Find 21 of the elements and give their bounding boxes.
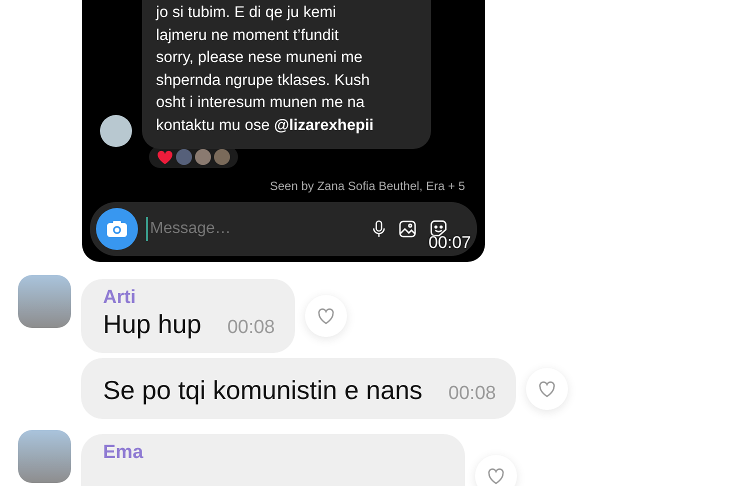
message-bubble: jo si tubim. E di qe ju kemi lajmeru ne moment t’fundit sorry, please nese muneni me shpernda ngrupe tklases. Kush osht i interesum munen me na kontaktu mu ose @lizarexhepii (142, 0, 431, 149)
sender-name: Arti (103, 287, 137, 309)
message-text: Hup hup (103, 309, 202, 339)
camera-icon (106, 220, 128, 238)
heart-icon (157, 150, 173, 164)
timestamp-overlay: 00:07 (428, 233, 471, 253)
reactor-avatar (214, 149, 230, 165)
message-text: Se po tqi komunistin e nans (103, 375, 422, 405)
message-input[interactable]: Message… (146, 217, 359, 241)
avatar-photo (18, 275, 71, 328)
like-button[interactable] (304, 295, 347, 337)
like-button[interactable] (475, 455, 517, 486)
reactor-avatar (176, 149, 192, 165)
avatar (100, 115, 132, 147)
message-time: 00:08 (448, 383, 496, 405)
avatar-photo (18, 430, 71, 483)
reactor-avatar (195, 149, 211, 165)
message-time: 00:08 (227, 317, 275, 339)
camera-button[interactable] (96, 208, 138, 250)
sender-name: Ema (103, 442, 144, 464)
seen-by-text: Seen by Zana Sofia Beuthel, Era + 5 (268, 179, 465, 193)
